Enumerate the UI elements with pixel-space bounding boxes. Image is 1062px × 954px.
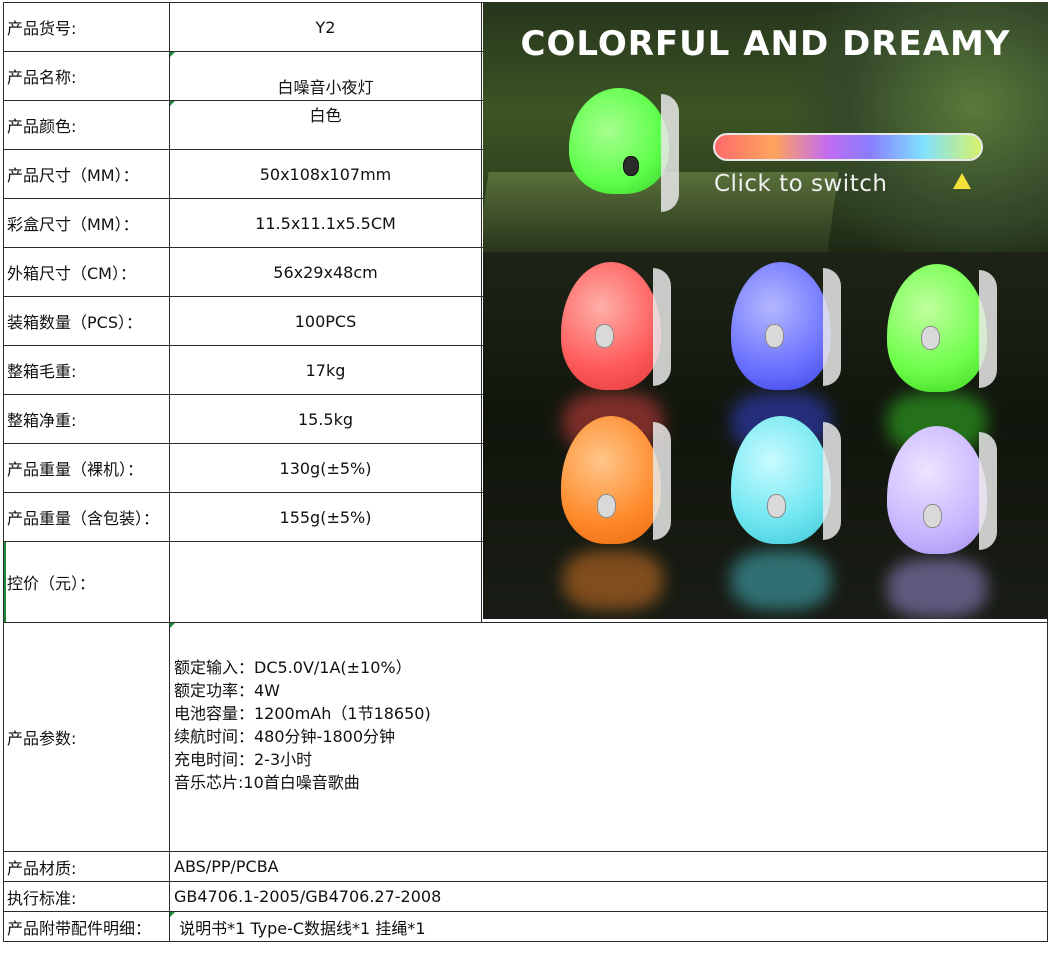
lamp-button-icon [595, 324, 614, 348]
label-params: 产品参数: [7, 729, 77, 748]
lamp-button-icon [923, 504, 942, 528]
lamp-button-icon [597, 494, 616, 518]
value-price-control[interactable] [170, 542, 481, 622]
label-product-size: 产品尺寸（MM）： [7, 166, 139, 185]
label-gross-weight: 整箱毛重: [7, 362, 77, 381]
lamp-reflection [731, 550, 831, 610]
label-standard: 执行标准: [7, 888, 77, 908]
param-line: 额定功率：4W [174, 681, 281, 700]
label-product-color: 产品颜色: [7, 117, 77, 136]
label-packing-qty: 装箱数量（PCS）： [7, 313, 142, 332]
value-accessories[interactable]: 说明书*1 Type-C数据线*1 挂绳*1 [174, 912, 425, 941]
param-line: 音乐芯片:10首白噪音歌曲 [174, 773, 360, 792]
color-slider [713, 133, 983, 161]
param-line: 充电时间：2-3小时 [174, 750, 313, 769]
lamp-reflection [563, 550, 663, 610]
product-image: COLORFUL AND DREAMY Click to switch [483, 2, 1048, 619]
param-line: 电池容量：1200mAh（1节18650) [174, 704, 431, 723]
lamp-button-icon [623, 156, 639, 176]
label-weight-packed: 产品重量（含包装）： [7, 509, 160, 528]
label-product-name: 产品名称: [7, 68, 77, 87]
switch-label: Click to switch [714, 171, 888, 197]
label-box-size: 彩盒尺寸（MM）： [7, 215, 139, 234]
label-net-weight: 整箱净重: [7, 411, 77, 430]
value-item-number[interactable]: Y2 [170, 3, 481, 51]
lamp-reflection [887, 558, 987, 618]
value-weight-bare[interactable]: 130g(±5%) [170, 444, 481, 492]
param-line: 续航时间：480分钟-1800分钟 [174, 727, 396, 746]
value-product-size[interactable]: 50x108x107mm [170, 150, 481, 198]
label-item-number: 产品货号: [7, 19, 77, 38]
value-box-size[interactable]: 11.5x11.1x5.5CM [170, 199, 481, 247]
lamp-button-icon [921, 326, 940, 350]
label-accessories: 产品附带配件明细： [7, 918, 152, 938]
value-product-color[interactable]: 白色 [170, 90, 481, 138]
label-weight-bare: 产品重量（裸机）： [7, 460, 144, 479]
value-weight-packed[interactable]: 155g(±5%) [170, 493, 481, 541]
value-gross-weight[interactable]: 17kg [170, 346, 481, 394]
lamp-button-icon [767, 494, 786, 518]
lamp-button-icon [765, 324, 784, 348]
label-carton-size: 外箱尺寸（CM）： [7, 264, 136, 283]
value-material[interactable]: ABS/PP/PCBA [174, 852, 279, 881]
label-price-control: 控价（元）： [7, 574, 96, 593]
triangle-pointer-icon [953, 173, 971, 189]
params-list[interactable]: 额定输入：DC5.0V/1A(±10%） 额定功率：4W 电池容量：1200mA… [174, 656, 431, 794]
param-line: 额定输入：DC5.0V/1A(±10%） [174, 658, 412, 677]
value-standard[interactable]: GB4706.1-2005/GB4706.27-2008 [174, 882, 441, 911]
image-headline: COLORFUL AND DREAMY [520, 24, 1011, 64]
lamp-hero [569, 88, 679, 212]
label-material: 产品材质: [7, 858, 77, 878]
value-net-weight[interactable]: 15.5kg [170, 395, 481, 443]
value-carton-size[interactable]: 56x29x48cm [170, 248, 481, 296]
value-packing-qty[interactable]: 100PCS [170, 297, 481, 345]
